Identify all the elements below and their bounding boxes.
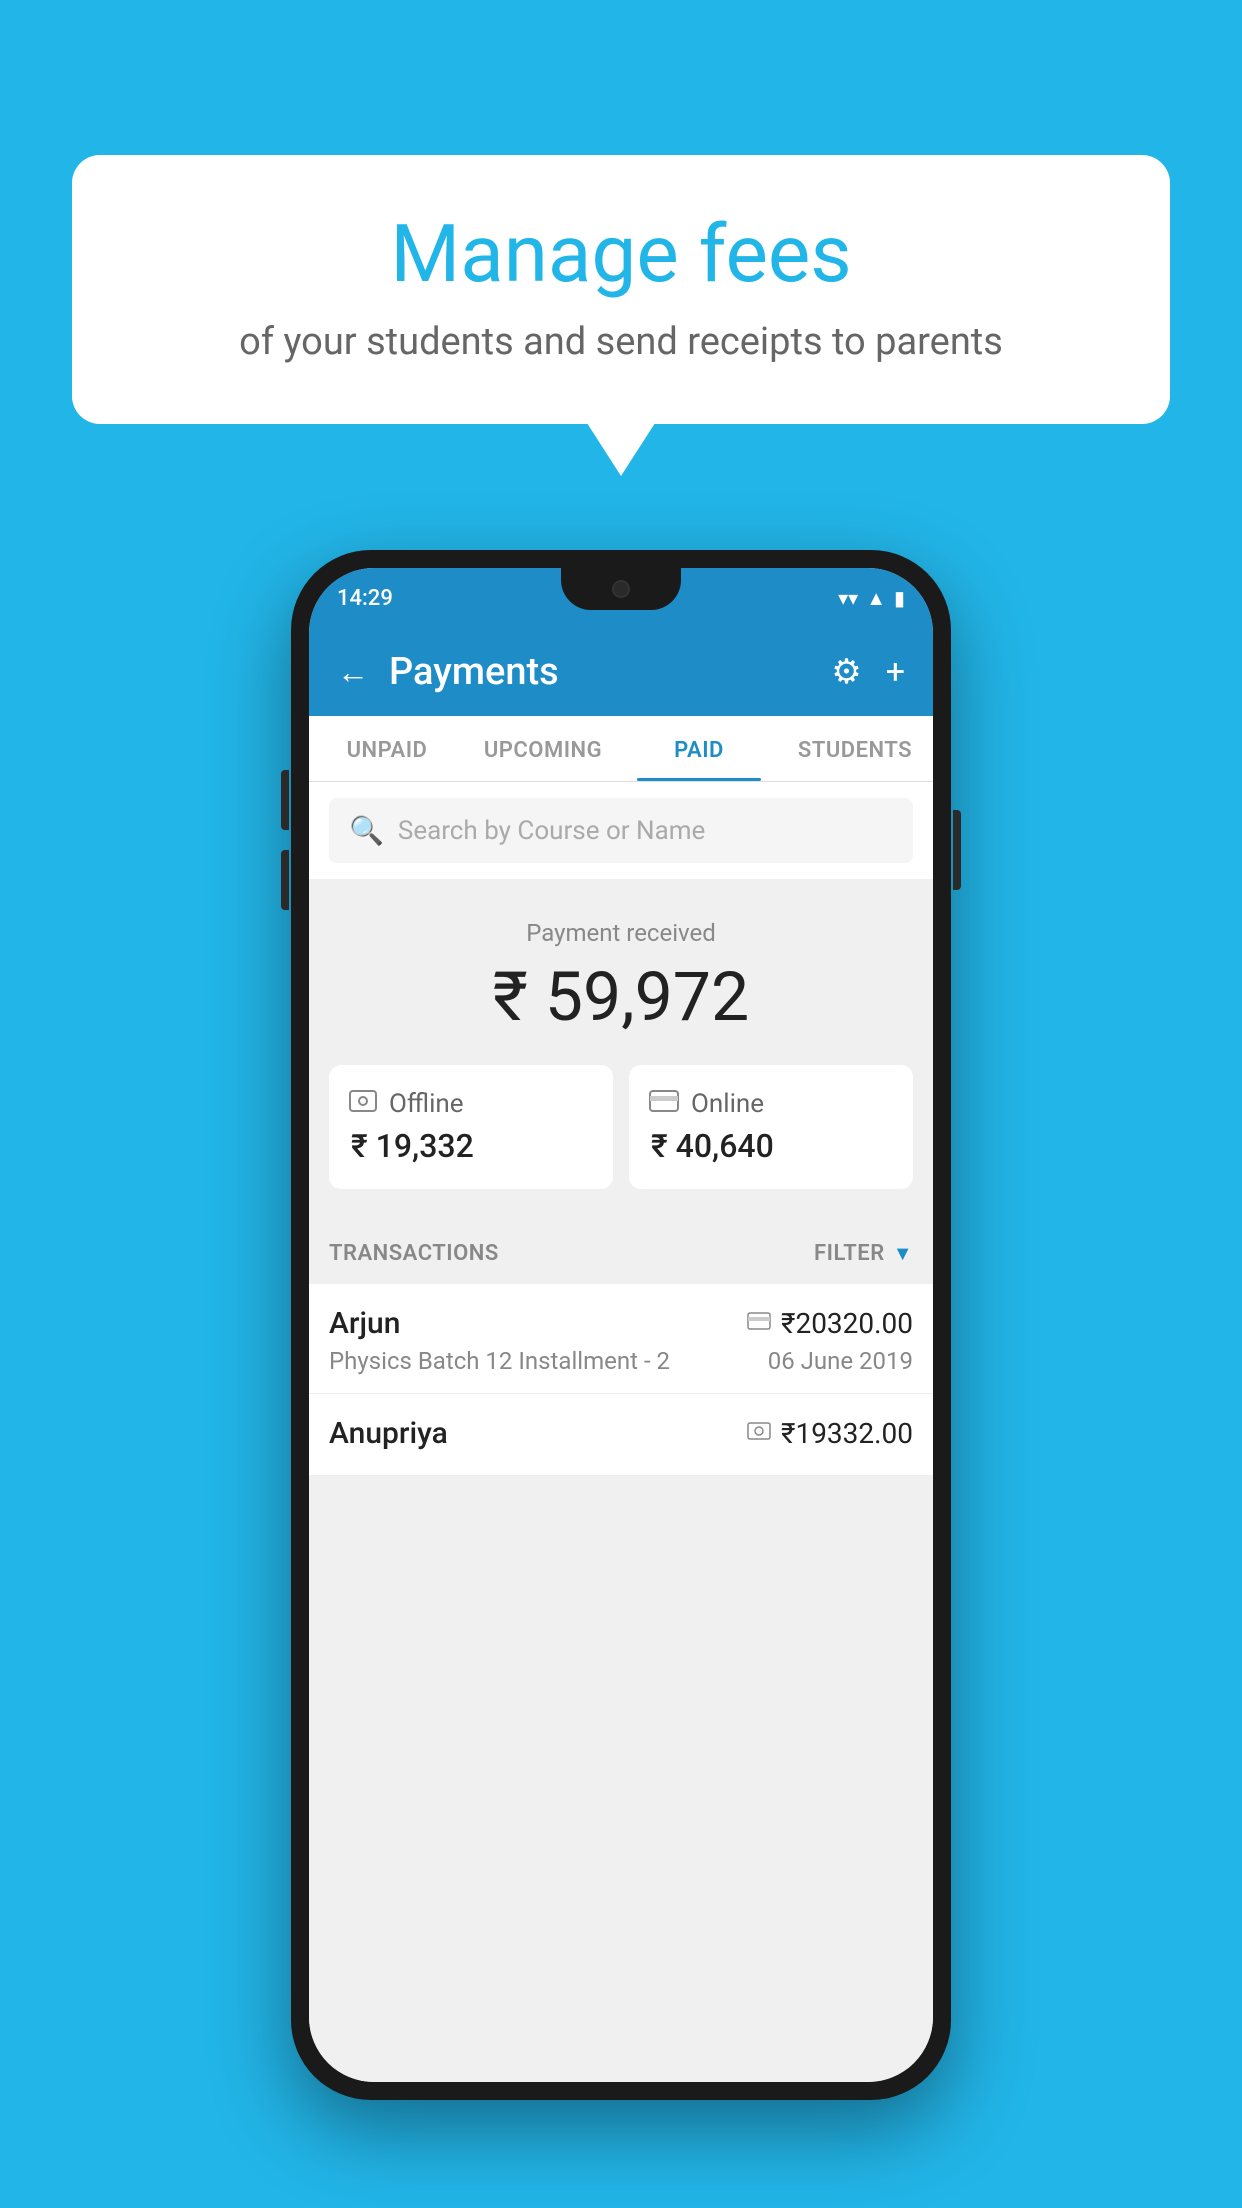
back-button[interactable]: ← bbox=[337, 653, 369, 691]
transaction-amount-wrapper: ₹20320.00 bbox=[747, 1307, 913, 1340]
add-button[interactable]: + bbox=[886, 652, 905, 692]
bubble-title: Manage fees bbox=[132, 210, 1110, 298]
online-label: Online bbox=[691, 1089, 764, 1119]
payment-received-label: Payment received bbox=[329, 919, 913, 947]
signal-icon: ▲ bbox=[866, 586, 886, 611]
app-header: ← Payments ⚙ + bbox=[309, 628, 933, 716]
transactions-header: TRANSACTIONS FILTER ▼ bbox=[309, 1219, 933, 1284]
tab-upcoming[interactable]: UPCOMING bbox=[465, 716, 621, 781]
tab-students[interactable]: STUDENTS bbox=[777, 716, 933, 781]
offline-card: Offline ₹ 19,332 bbox=[329, 1065, 613, 1189]
offline-icon bbox=[349, 1090, 377, 1118]
power-button bbox=[953, 810, 961, 890]
transaction-amount: ₹20320.00 bbox=[781, 1307, 913, 1340]
search-icon: 🔍 bbox=[349, 814, 384, 847]
search-input[interactable]: Search by Course or Name bbox=[398, 816, 705, 846]
online-card: Online ₹ 40,640 bbox=[629, 1065, 913, 1189]
transaction-name: Arjun bbox=[329, 1306, 400, 1341]
offline-label: Offline bbox=[389, 1089, 464, 1119]
payment-cards: Offline ₹ 19,332 bbox=[329, 1065, 913, 1189]
table-row[interactable]: Arjun ₹20320.00 Physics bbox=[309, 1284, 933, 1394]
transaction-date: 06 June 2019 bbox=[768, 1347, 913, 1375]
payment-summary: Payment received ₹ 59,972 bbox=[309, 879, 933, 1219]
search-wrapper: 🔍 Search by Course or Name bbox=[309, 782, 933, 879]
tab-unpaid[interactable]: UNPAID bbox=[309, 716, 465, 781]
tab-paid[interactable]: PAID bbox=[621, 716, 777, 781]
camera bbox=[612, 580, 630, 598]
settings-icon[interactable]: ⚙ bbox=[831, 652, 861, 692]
payment-total-amount: ₹ 59,972 bbox=[329, 957, 913, 1037]
online-card-header: Online bbox=[649, 1089, 893, 1119]
transaction-top: Arjun ₹20320.00 bbox=[329, 1306, 913, 1341]
filter-button[interactable]: FILTER ▼ bbox=[814, 1241, 913, 1266]
transaction-bottom: Physics Batch 12 Installment - 2 06 June… bbox=[329, 1347, 913, 1375]
wifi-icon: ▾▾ bbox=[838, 586, 858, 610]
volume-down-button bbox=[281, 850, 289, 910]
header-right: ⚙ + bbox=[831, 652, 905, 692]
status-bar: 14:29 ▾▾ ▲ ▮ bbox=[309, 568, 933, 628]
payment-card-icon bbox=[747, 1311, 771, 1336]
status-time: 14:29 bbox=[337, 586, 393, 611]
page-title: Payments bbox=[389, 650, 559, 694]
filter-label: FILTER bbox=[814, 1241, 885, 1266]
table-row[interactable]: Anupriya ₹19332.00 bbox=[309, 1394, 933, 1476]
phone-mockup: 14:29 ▾▾ ▲ ▮ ← Payments ⚙ + bbox=[291, 550, 951, 2100]
offline-amount: ₹ 19,332 bbox=[349, 1127, 593, 1165]
bubble-subtitle: of your students and send receipts to pa… bbox=[132, 320, 1110, 364]
phone-notch bbox=[561, 568, 681, 610]
filter-icon: ▼ bbox=[893, 1241, 913, 1266]
payment-cash-icon bbox=[747, 1421, 771, 1446]
speech-bubble: Manage fees of your students and send re… bbox=[72, 155, 1170, 424]
battery-icon: ▮ bbox=[894, 586, 905, 610]
search-bar[interactable]: 🔍 Search by Course or Name bbox=[329, 798, 913, 863]
transaction-amount: ₹19332.00 bbox=[781, 1417, 913, 1450]
transaction-amount-wrapper: ₹19332.00 bbox=[747, 1417, 913, 1450]
content-area: 🔍 Search by Course or Name Payment recei… bbox=[309, 782, 933, 2082]
offline-card-header: Offline bbox=[349, 1089, 593, 1119]
transactions-label: TRANSACTIONS bbox=[329, 1241, 499, 1266]
online-amount: ₹ 40,640 bbox=[649, 1127, 893, 1165]
online-icon bbox=[649, 1090, 679, 1118]
volume-up-button bbox=[281, 770, 289, 830]
transaction-name: Anupriya bbox=[329, 1416, 448, 1451]
transaction-course: Physics Batch 12 Installment - 2 bbox=[329, 1347, 670, 1375]
status-icons: ▾▾ ▲ ▮ bbox=[838, 586, 905, 611]
phone-screen: 14:29 ▾▾ ▲ ▮ ← Payments ⚙ + bbox=[309, 568, 933, 2082]
tabs-bar: UNPAID UPCOMING PAID STUDENTS bbox=[309, 716, 933, 782]
transaction-top: Anupriya ₹19332.00 bbox=[329, 1416, 913, 1451]
header-left: ← Payments bbox=[337, 650, 559, 694]
phone-outer: 14:29 ▾▾ ▲ ▮ ← Payments ⚙ + bbox=[291, 550, 951, 2100]
